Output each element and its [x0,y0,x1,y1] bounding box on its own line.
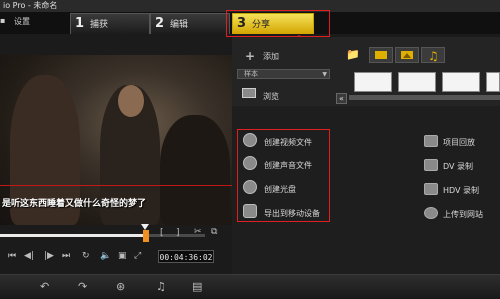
scene-face [118,85,144,117]
library-dropdown[interactable]: 样本 ▼ [237,69,330,79]
music-note-icon: ♫ [428,49,439,63]
library-dropdown-value: 样本 [244,70,258,78]
video-subtitle: 是听这东西睡着又做什么奇怪的梦了 [2,199,147,209]
media-thumbnail[interactable] [442,72,480,92]
trim-out-button[interactable]: ] [176,228,180,238]
fullscreen-icon[interactable]: ⤢ [134,251,141,261]
share-item-label: HDV 录制 [443,186,480,195]
photo-filter-icon [401,51,413,59]
scissors-icon[interactable]: ✂ [194,227,202,237]
hdv-camera-icon [424,183,438,195]
folder-icon[interactable]: 📁 [346,48,360,61]
step-back-icon[interactable]: ◀| [24,251,34,261]
undo-icon[interactable]: ↶ [40,280,49,293]
volume-icon[interactable]: 🔈 [100,251,111,261]
repeat-icon[interactable]: ↻ [82,251,90,261]
window-title: io Pro - 未命名 [3,1,58,10]
panel-divider[interactable] [349,95,500,100]
video-filter-button[interactable] [369,47,393,63]
share-item-label: DV 录制 [443,162,474,171]
media-thumbnail[interactable] [486,72,500,92]
redo-icon[interactable]: ↷ [78,280,87,293]
dv-camera-icon [424,159,438,171]
annotation-box-share-actions [237,129,330,222]
skip-end-icon[interactable]: ⏭ [62,251,70,261]
tab-edit-number: 2 [155,16,165,31]
media-thumbnail[interactable] [398,72,436,92]
auto-music-icon[interactable]: ▤ [192,280,202,293]
trim-in-button[interactable]: [ [160,228,164,238]
share-item-label: 项目回放 [443,138,475,147]
share-item-label: 上传到网站 [443,210,483,219]
record-icon[interactable]: ⊛ [116,280,125,293]
scrub-progress[interactable] [0,234,145,237]
plus-icon[interactable]: + [245,49,255,63]
photo-filter-button[interactable] [395,47,419,63]
tab-capture-label: 捕获 [90,20,109,30]
copy-icon[interactable]: ⧉ [211,227,217,237]
hd-icon[interactable]: ▣ [118,251,127,261]
collapse-button[interactable]: « [336,93,347,104]
audio-mixer-icon[interactable]: ♫ [156,280,166,293]
audio-filter-button[interactable]: ♫ [421,47,445,63]
chevron-down-icon: ▼ [322,71,327,78]
tab-edit[interactable]: 2 编辑 [150,13,230,34]
svg-text:♫: ♫ [428,49,439,62]
project-playback-icon [424,135,438,147]
tab-capture[interactable]: 1 捕获 [70,13,150,34]
tab-capture-number: 1 [75,16,85,31]
add-button[interactable]: 添加 [263,51,279,62]
media-thumbnail[interactable] [354,72,392,92]
video-filter-icon [375,51,387,59]
menu-dot: ▪ [0,16,6,25]
browse-button[interactable]: 浏览 [263,91,279,102]
tab-edit-label: 编辑 [170,20,189,30]
annotation-box-share-tab [226,10,330,37]
skip-start-icon[interactable]: ⏮ [8,251,16,261]
step-forward-icon[interactable]: |▶ [44,251,54,261]
menu-settings[interactable]: 设置 [14,16,30,27]
timeline-toolbar: ↶ ↷ ⊛ ♫ ▤ [0,274,500,299]
globe-upload-icon [424,207,438,219]
trim-marker[interactable] [143,230,149,242]
browse-icon[interactable] [242,88,256,98]
timecode-display[interactable]: 00:04:36:02 [158,250,214,263]
